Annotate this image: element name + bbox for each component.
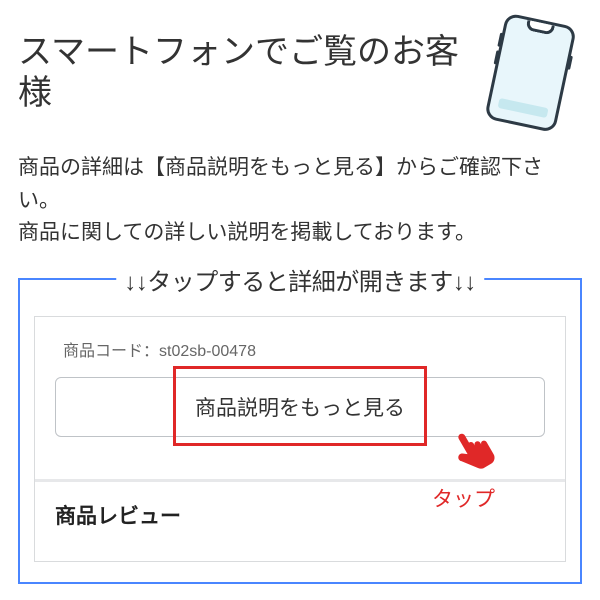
see-more-button-label: 商品説明をもっと見る	[195, 392, 405, 422]
product-code-row: 商品コード：st02sb-00478	[49, 337, 551, 361]
tap-caption: タップ	[432, 483, 495, 513]
product-code-label: 商品コード：	[63, 343, 159, 360]
description-line: 商品の詳細は【商品説明をもっと見る】からご確認下さい。	[18, 152, 582, 217]
description-text: 商品の詳細は【商品説明をもっと見る】からご確認下さい。 商品に関しての詳しい説明…	[18, 152, 582, 250]
page-heading: スマートフォンでご覧のお客様	[18, 26, 484, 114]
tap-hand-icon	[445, 425, 501, 481]
frame-label: ↓↓タップすると詳細が開きます↓↓	[116, 262, 484, 297]
example-panel: 商品コード：st02sb-00478 商品説明をもっと見る タップ 商品レビュー	[34, 316, 566, 562]
product-code-value: st02sb-00478	[159, 343, 256, 360]
smartphone-icon	[483, 12, 588, 139]
instruction-frame: ↓↓タップすると詳細が開きます↓↓ 商品コード：st02sb-00478 商品説…	[18, 278, 582, 584]
description-line: 商品に関しての詳しい説明を掲載しております。	[18, 217, 582, 250]
